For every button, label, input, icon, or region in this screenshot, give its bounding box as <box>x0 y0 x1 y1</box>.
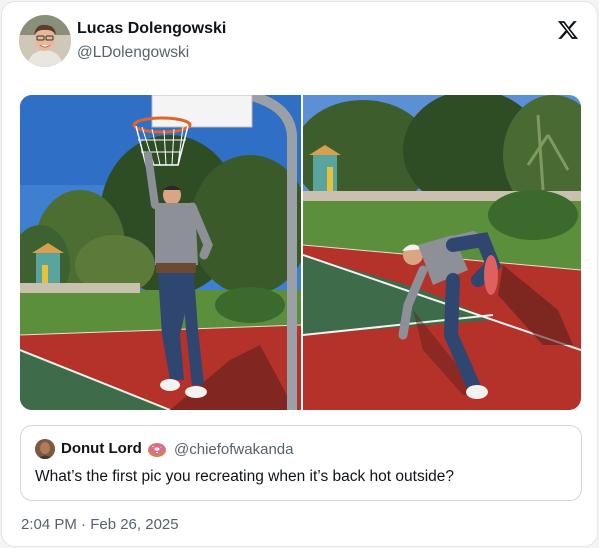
author-avatar[interactable] <box>19 15 71 67</box>
quoted-post-text: What’s the first pic you recreating when… <box>35 468 455 485</box>
author-handle[interactable]: @LDolengowski <box>77 44 189 62</box>
quoted-author-name[interactable]: Donut Lord <box>61 440 142 457</box>
quoted-post[interactable]: Donut Lord @chiefofwakanda What’s the fi… <box>20 425 582 501</box>
photo-basketball-kick[interactable] <box>303 95 581 410</box>
author-name[interactable]: Lucas Dolengowski <box>77 20 226 38</box>
quoted-author-handle[interactable]: @chiefofwakanda <box>174 441 293 458</box>
quoted-author-avatar[interactable] <box>35 439 55 459</box>
photo-basketball-dunk[interactable] <box>20 95 301 410</box>
donut-icon <box>147 439 167 459</box>
post-timestamp[interactable]: 2:04 PM · Feb 26, 2025 <box>21 516 179 533</box>
x-logo-icon[interactable] <box>557 19 579 41</box>
post-card: Lucas Dolengowski @LDolengowski Donut Lo… <box>1 1 598 547</box>
